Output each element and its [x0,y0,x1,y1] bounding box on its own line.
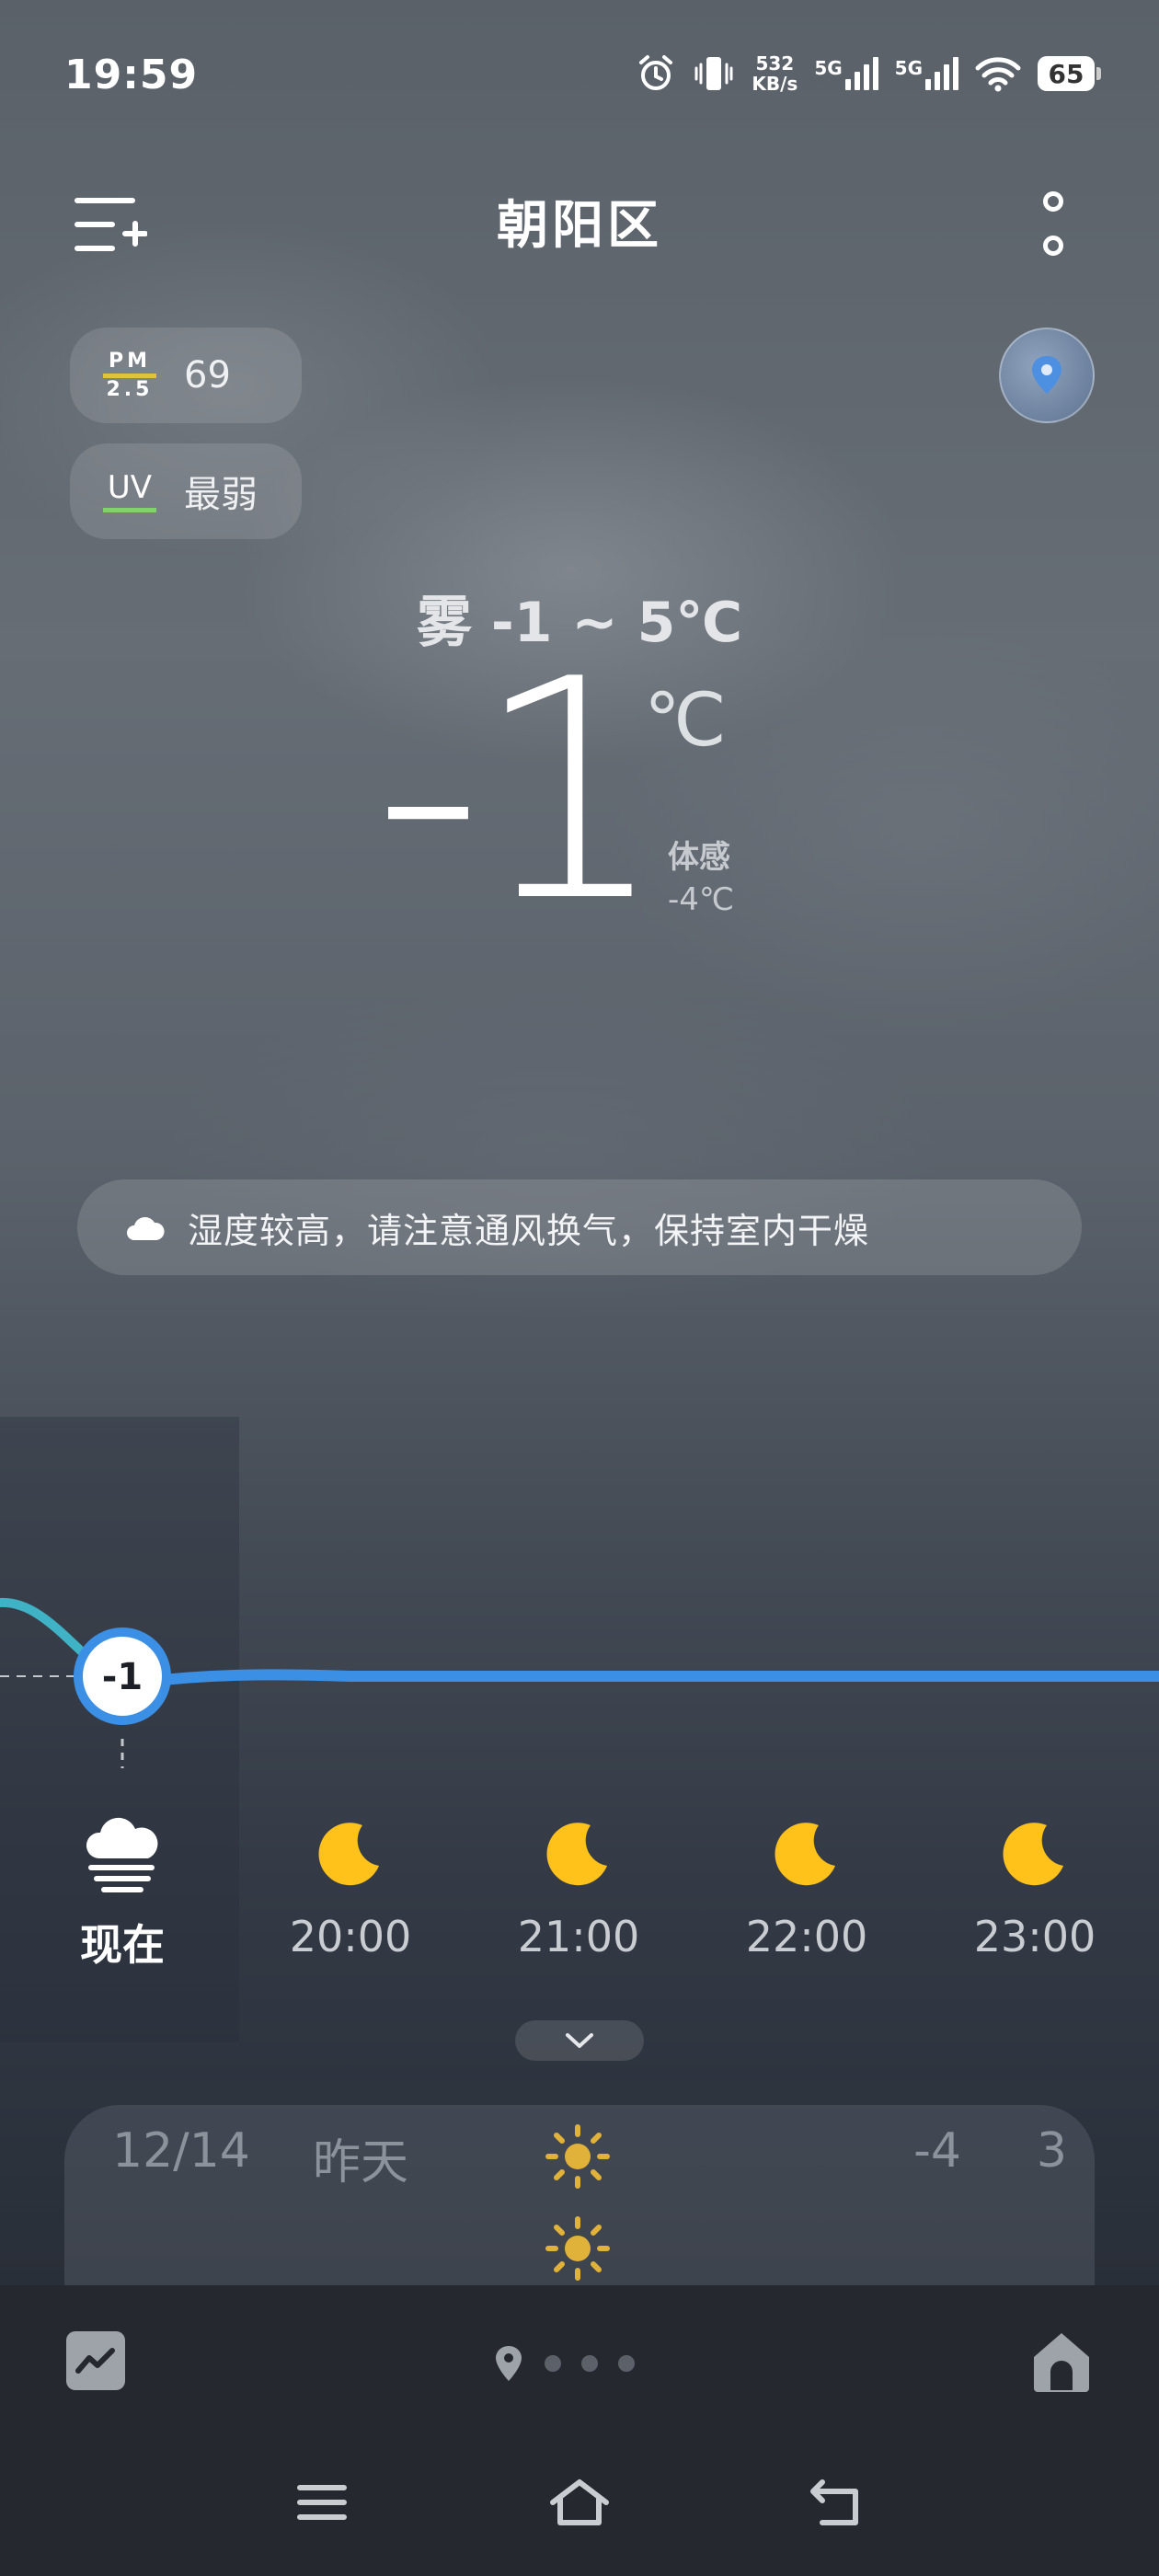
uv-icon: UV [103,471,156,512]
hourly-item[interactable]: 22:00 [724,1812,889,1961]
sun-icon [543,2214,613,2289]
trend-button[interactable] [66,2331,125,2390]
hourly-time: 22:00 [745,1912,868,1961]
vibrate-icon [693,53,735,94]
moon-icon [546,1823,607,1886]
fog-icon [86,1817,158,1892]
hourly-time: 21:00 [517,1912,640,1961]
status-bar: 19:59 532 KB/s 5G 5G 65 [0,0,1159,156]
hourly-temperature-chart: -1 [0,1597,1159,1768]
moon-icon [775,1823,835,1886]
sim1-label: 5G [814,57,843,79]
daily-high: 3 [1036,2123,1067,2179]
system-navigation-bar [0,2466,1159,2558]
back-arrow-icon [810,2479,858,2525]
home-button[interactable] [1030,2329,1093,2394]
status-time: 19:59 [64,52,199,98]
pm25-chip[interactable]: PM 2.5 69 [70,328,302,423]
current-temp-point-label: -1 [102,1656,143,1698]
signal-sim2: 5G [895,57,958,90]
more-dot-icon [1043,236,1063,256]
hourly-item[interactable]: 20:00 [268,1812,433,1961]
network-speed: 532 KB/s [752,53,798,94]
hourly-item[interactable]: 21:00 [496,1812,661,1961]
more-dot-icon [1043,191,1063,212]
cloud-icon [127,1217,165,1240]
trend-chart-icon [75,2348,115,2374]
wifi-icon [975,55,1021,92]
signal-bars-icon [844,57,878,90]
page-dot [545,2355,561,2372]
feels-like-label: 体感 [668,839,730,876]
temperature-unit: ℃ [644,677,727,763]
page-indicator[interactable] [493,2344,635,2383]
status-icons: 532 KB/s 5G 5G 65 [636,53,1101,94]
network-speed-unit: KB/s [752,73,798,95]
page-dot [581,2355,598,2372]
daily-row-partial[interactable] [64,2197,1095,2289]
feels-like-value: -4℃ [668,881,735,918]
city-title: 朝阳区 [497,196,662,256]
weather-tip-banner[interactable]: 湿度较高，请注意通风换气，保持室内干燥 [77,1179,1082,1275]
hourly-item-now[interactable]: 现在 [40,1812,205,1972]
expand-button[interactable] [515,2020,644,2061]
system-back-button[interactable] [800,2466,874,2539]
daily-forecast-card[interactable]: 12/14 昨天 -4 3 [64,2105,1095,2289]
forecast-temperature-line [142,1669,1159,1687]
signal-bars-icon [925,57,958,90]
location-pin-icon [1032,356,1061,394]
hourly-time: 20:00 [289,1912,412,1961]
uv-value: 最弱 [184,474,258,516]
pm25-icon: PM 2.5 [103,351,156,400]
more-options-button[interactable] [1030,191,1076,256]
map-button[interactable] [999,328,1095,423]
daily-low: -4 [913,2123,961,2179]
moon-icon [1003,1823,1063,1886]
battery-indicator: 65 [1038,56,1101,91]
system-home-button[interactable] [543,2466,616,2539]
daily-row[interactable]: 12/14 昨天 -4 3 [64,2105,1095,2197]
sun-icon [543,2122,613,2203]
daily-date: 12/14 [112,2123,250,2179]
network-speed-value: 532 [755,52,795,75]
hourly-time: 23:00 [973,1912,1096,1961]
location-page-icon [496,2346,522,2381]
menu-icon [297,2485,347,2520]
pm25-value: 69 [184,354,231,397]
current-temperature: -1 [373,615,667,968]
sim2-label: 5G [894,57,923,79]
daily-weekday: 昨天 [313,2135,409,2191]
page-dot [618,2355,635,2372]
chevron-down-icon [566,2033,593,2048]
home-icon [1034,2333,1089,2392]
signal-sim1: 5G [814,57,878,90]
tip-text: 湿度较高，请注意通风换气，保持室内干燥 [188,1210,870,1251]
home-outline-icon [550,2479,609,2525]
hourly-time: 现在 [80,1920,165,1970]
alarm-icon [636,53,676,94]
hourly-item[interactable]: 23:00 [952,1812,1118,1961]
uv-chip[interactable]: UV 最弱 [70,443,302,539]
moon-icon [318,1823,379,1886]
recent-apps-button[interactable] [285,2466,359,2539]
